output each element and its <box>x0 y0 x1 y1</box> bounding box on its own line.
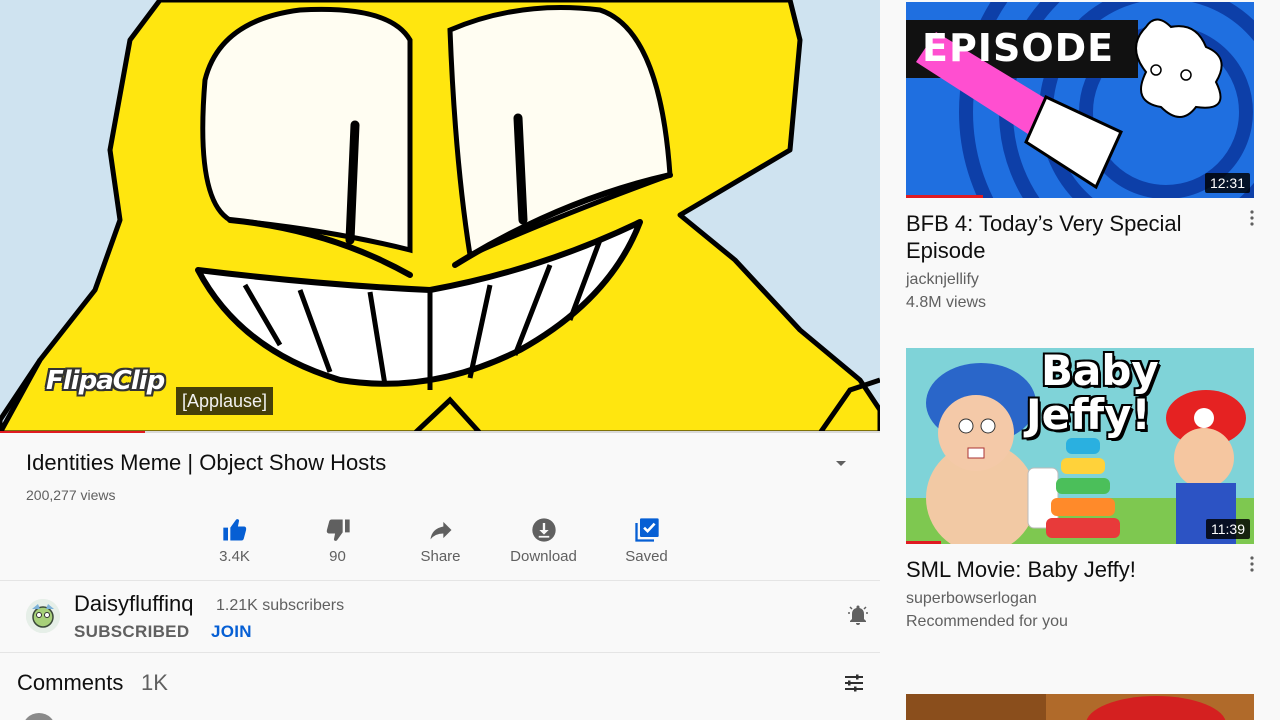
recommended-title: SML Movie: Baby Jeffy! <box>906 557 1136 582</box>
more-vert-icon[interactable] <box>1246 554 1258 574</box>
watched-progress <box>906 195 983 198</box>
video-thumbnail[interactable]: EPISODE 12:31 <box>906 2 1254 198</box>
join-button[interactable]: JOIN <box>211 622 252 642</box>
comments-header[interactable]: Comments 1K <box>0 655 880 720</box>
thumbnail-text: EPISODE <box>922 26 1115 70</box>
thumbs-down-icon <box>326 519 350 541</box>
main-column: FlipaClip [Applause] Identities Meme | O… <box>0 0 880 720</box>
comment-avatar[interactable] <box>22 713 56 720</box>
avatar-image <box>26 599 60 633</box>
bell-icon[interactable] <box>846 603 870 627</box>
subscriber-count: 1.21K subscribers <box>216 597 345 614</box>
channel-row: Daisyfluffinq 1.21K subscribers SUBSCRIB… <box>0 582 880 652</box>
like-button[interactable]: 3.4K <box>183 516 286 572</box>
recommended-meta: Recommended for you <box>906 613 1068 630</box>
recommended-video[interactable]: Baby Jeffy! 11:39 SML Movie: Baby Jeffy!… <box>906 348 1254 633</box>
comments-label: Comments <box>17 670 124 695</box>
divider <box>0 652 880 653</box>
comments-count: 1K <box>141 670 168 695</box>
recommended-channel: superbowserlogan <box>906 590 1037 607</box>
saved-icon <box>634 518 659 542</box>
share-button[interactable]: Share <box>389 516 492 572</box>
view-count: 200,277 views <box>26 487 116 503</box>
video-thumbnail[interactable] <box>906 694 1254 720</box>
thumbnail-text: Jeffy! <box>1026 390 1151 439</box>
recommendations-column: EPISODE 12:31 BFB 4: Today’s Very Specia… <box>880 0 1280 720</box>
saved-label: Saved <box>625 548 668 565</box>
closed-caption: [Applause] <box>176 387 274 415</box>
channel-avatar[interactable] <box>26 599 60 633</box>
thumbs-up-icon <box>222 519 246 541</box>
save-button[interactable]: Saved <box>595 516 698 572</box>
like-count: 3.4K <box>219 548 250 565</box>
recommended-channel: jacknjellify <box>906 271 979 288</box>
recommended-video[interactable] <box>906 694 1254 720</box>
progress-fill <box>0 431 146 433</box>
progress-bar[interactable] <box>0 431 880 433</box>
dislike-button[interactable]: 90 <box>286 516 389 572</box>
video-title: Identities Meme | Object Show Hosts <box>26 450 387 475</box>
sort-icon[interactable] <box>842 671 866 695</box>
title-row[interactable]: Identities Meme | Object Show Hosts <box>26 450 866 476</box>
video-duration: 12:31 <box>1204 173 1250 193</box>
chevron-down-icon[interactable] <box>832 454 850 472</box>
watched-progress <box>906 541 941 544</box>
more-vert-icon[interactable] <box>1246 208 1258 228</box>
youtube-watch-page: FlipaClip [Applause] Identities Meme | O… <box>0 0 1280 720</box>
video-duration: 11:39 <box>1206 519 1250 539</box>
thumbnail-text: Baby <box>1041 348 1159 395</box>
divider <box>0 580 880 581</box>
share-label: Share <box>420 548 461 565</box>
video-player[interactable]: FlipaClip [Applause] <box>0 0 880 433</box>
share-icon <box>430 521 451 540</box>
subscribed-button[interactable]: SUBSCRIBED <box>74 622 189 642</box>
thumbnail-image <box>906 694 1254 720</box>
recommended-title: BFB 4: Today’s Very Special Episode <box>906 211 1182 263</box>
action-bar: 3.4K 90 Share Download Saved <box>183 516 698 572</box>
download-label: Download <box>510 548 577 565</box>
channel-name[interactable]: Daisyfluffinq <box>74 591 193 617</box>
recommended-video[interactable]: EPISODE 12:31 BFB 4: Today’s Very Specia… <box>906 2 1254 314</box>
video-thumbnail[interactable]: Baby Jeffy! 11:39 <box>906 348 1254 544</box>
recommended-meta: 4.8M views <box>906 294 987 311</box>
download-button[interactable]: Download <box>492 516 595 572</box>
download-icon <box>531 518 556 542</box>
dislike-count: 90 <box>329 548 346 565</box>
flipaclip-watermark: FlipaClip <box>46 366 165 396</box>
